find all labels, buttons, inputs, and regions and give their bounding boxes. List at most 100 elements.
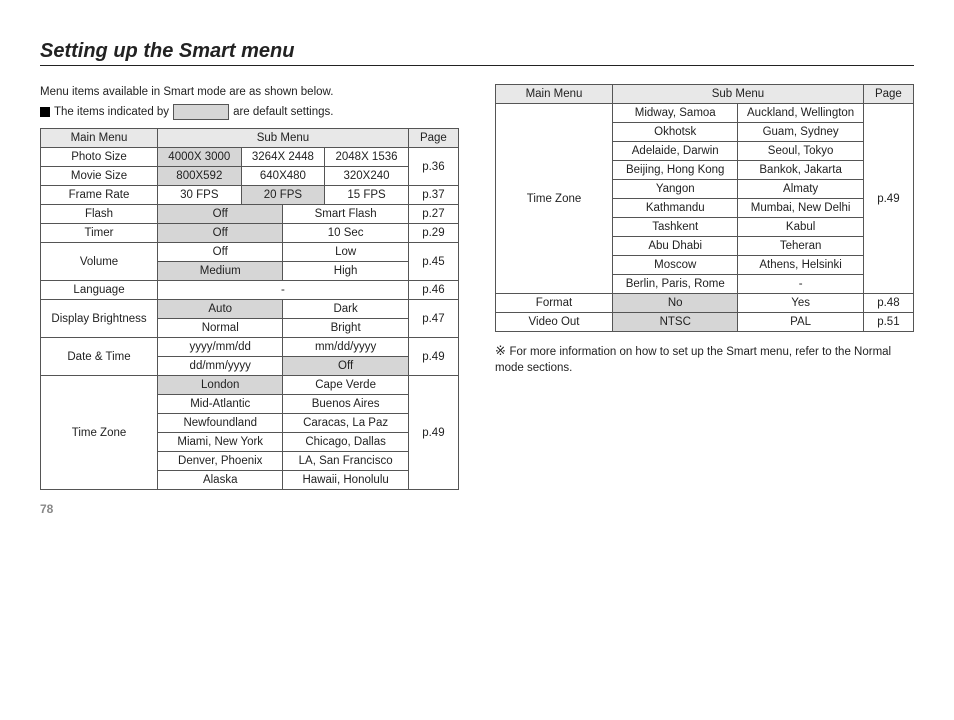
photosize-opt: 3264X 2448: [241, 148, 325, 167]
col-page: Page: [408, 129, 458, 148]
volume-opt: Medium: [158, 262, 283, 281]
timezone-opt: Kathmandu: [613, 199, 738, 218]
timezone-opt: Athens, Helsinki: [738, 256, 863, 275]
asterisk-icon: ※: [495, 343, 510, 358]
volume-opt: Off: [158, 243, 283, 262]
flash-opt: Off: [158, 205, 283, 224]
flash-opt: Smart Flash: [283, 205, 408, 224]
datetime-opt: mm/dd/yyyy: [283, 338, 408, 357]
photosize-label: Photo Size: [41, 148, 158, 167]
volume-opt: Low: [283, 243, 408, 262]
timezone-opt: Buenos Aires: [283, 395, 408, 414]
datetime-label: Date & Time: [41, 338, 158, 376]
videoout-opt: PAL: [738, 313, 863, 332]
moviesize-opt: 320X240: [325, 167, 409, 186]
timezone-opt: Kabul: [738, 218, 863, 237]
volume-label: Volume: [41, 243, 158, 281]
settings-table-left: Main Menu Sub Menu Page Photo Size 4000X…: [40, 128, 459, 205]
timezone-opt: Teheran: [738, 237, 863, 256]
datetime-opt: yyyy/mm/dd: [158, 338, 283, 357]
volume-opt: High: [283, 262, 408, 281]
language-page: p.46: [408, 281, 458, 300]
timezone-opt: Guam, Sydney: [738, 123, 863, 142]
photosize-opt: 2048X 1536: [325, 148, 409, 167]
timezone-page: p.49: [863, 104, 913, 294]
col-main: Main Menu: [496, 85, 613, 104]
col-sub: Sub Menu: [158, 129, 409, 148]
timer-page: p.29: [408, 224, 458, 243]
timezone-opt: Midway, Samoa: [613, 104, 738, 123]
format-opt: Yes: [738, 294, 863, 313]
timezone-opt: Almaty: [738, 180, 863, 199]
footnote-text: For more information on how to set up th…: [495, 346, 891, 374]
timezone-opt: Newfoundland: [158, 414, 283, 433]
footnote: ※ For more information on how to set up …: [495, 342, 914, 376]
flash-page: p.27: [408, 205, 458, 224]
timezone-opt: Seoul, Tokyo: [738, 142, 863, 161]
settings-table-left-2: Flash Off Smart Flash p.27 Timer Off 10 …: [40, 205, 459, 490]
bullet-icon: [40, 107, 50, 117]
timezone-opt: Yangon: [613, 180, 738, 199]
timezone-opt: Denver, Phoenix: [158, 452, 283, 471]
page-title: Setting up the Smart menu: [40, 40, 914, 66]
brightness-page: p.47: [408, 300, 458, 338]
page-number: 78: [40, 502, 914, 516]
timezone-opt: Berlin, Paris, Rome: [613, 275, 738, 294]
language-label: Language: [41, 281, 158, 300]
volume-page: p.45: [408, 243, 458, 281]
legend-prefix: The items indicated by: [54, 106, 169, 118]
format-label: Format: [496, 294, 613, 313]
format-opt: No: [613, 294, 738, 313]
timezone-opt: Moscow: [613, 256, 738, 275]
timezone-opt: -: [738, 275, 863, 294]
videoout-label: Video Out: [496, 313, 613, 332]
photosize-opt: 4000X 3000: [158, 148, 242, 167]
timer-label: Timer: [41, 224, 158, 243]
settings-table-right: Main Menu Sub Menu Page Time Zone Midway…: [495, 84, 914, 332]
moviesize-label: Movie Size: [41, 167, 158, 186]
brightness-label: Display Brightness: [41, 300, 158, 338]
legend: The items indicated by are default setti…: [40, 104, 459, 120]
timezone-opt: Tashkent: [613, 218, 738, 237]
datetime-opt: Off: [283, 357, 408, 376]
brightness-opt: Bright: [283, 319, 408, 338]
col-sub: Sub Menu: [613, 85, 864, 104]
brightness-opt: Normal: [158, 319, 283, 338]
timezone-page: p.49: [408, 376, 458, 490]
moviesize-opt: 640X480: [241, 167, 325, 186]
framerate-opt: 15 FPS: [325, 186, 409, 205]
timezone-opt: Bankok, Jakarta: [738, 161, 863, 180]
timezone-label: Time Zone: [41, 376, 158, 490]
brightness-opt: Dark: [283, 300, 408, 319]
moviesize-opt: 800X592: [158, 167, 242, 186]
timer-opt: 10 Sec: [283, 224, 408, 243]
default-swatch: [173, 104, 229, 120]
col-page: Page: [863, 85, 913, 104]
language-opt: -: [158, 281, 409, 300]
timezone-opt: Okhotsk: [613, 123, 738, 142]
timezone-opt: Chicago, Dallas: [283, 433, 408, 452]
timezone-opt: Beijing, Hong Kong: [613, 161, 738, 180]
format-page: p.48: [863, 294, 913, 313]
timezone-opt: Cape Verde: [283, 376, 408, 395]
timezone-opt: Hawaii, Honolulu: [283, 471, 408, 490]
timezone-opt: Mid-Atlantic: [158, 395, 283, 414]
brightness-opt: Auto: [158, 300, 283, 319]
framerate-opt: 20 FPS: [241, 186, 325, 205]
timezone-opt: Miami, New York: [158, 433, 283, 452]
timer-opt: Off: [158, 224, 283, 243]
flash-label: Flash: [41, 205, 158, 224]
videoout-opt: NTSC: [613, 313, 738, 332]
timezone-opt: Mumbai, New Delhi: [738, 199, 863, 218]
timezone-opt: Adelaide, Darwin: [613, 142, 738, 161]
intro-text: Menu items available in Smart mode are a…: [40, 84, 459, 100]
videoout-page: p.51: [863, 313, 913, 332]
framerate-opt: 30 FPS: [158, 186, 242, 205]
timezone-opt: LA, San Francisco: [283, 452, 408, 471]
photosize-page: p.36: [408, 148, 458, 186]
datetime-opt: dd/mm/yyyy: [158, 357, 283, 376]
timezone-opt: Abu Dhabi: [613, 237, 738, 256]
col-main: Main Menu: [41, 129, 158, 148]
timezone-opt: Auckland, Wellington: [738, 104, 863, 123]
timezone-opt: Alaska: [158, 471, 283, 490]
